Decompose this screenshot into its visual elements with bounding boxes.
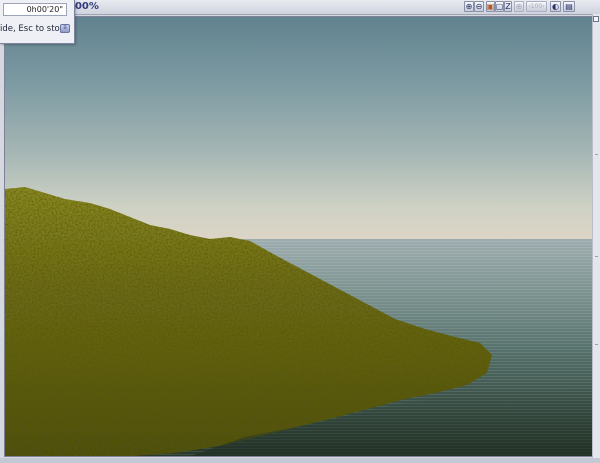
- side-strip-button[interactable]: [593, 16, 599, 22]
- zoom-fit-button[interactable]: Z: [504, 1, 512, 12]
- save-render-button[interactable]: ▤: [563, 1, 575, 12]
- grass-cliff: [5, 187, 592, 456]
- zoom-disabled-button: ⊕: [514, 1, 524, 12]
- frame-button[interactable]: ▢: [495, 1, 504, 12]
- bottom-border: [0, 458, 600, 463]
- zoom-out-button[interactable]: ⊖: [474, 1, 484, 12]
- zoom-percent-button: ‹100›: [526, 1, 547, 12]
- render-hint-text: ide, Esc to stop: [0, 24, 66, 34]
- elapsed-time-field: 0h00'20": [3, 3, 67, 16]
- render-window: ◂ 100% ⊕ ⊖ ▣ ▢ Z ⊕ ‹100› ◐ ▤: [0, 0, 600, 463]
- menu-icon[interactable]: ≡: [60, 24, 70, 33]
- side-scroll-strip[interactable]: [592, 14, 600, 463]
- zoom-in-button[interactable]: ⊕: [464, 1, 474, 12]
- side-tick: [595, 154, 598, 155]
- side-tick: [595, 344, 598, 345]
- render-progress-popup: 0h00'20" ide, Esc to stop ≡: [0, 0, 75, 44]
- display-mode-button[interactable]: ◐: [550, 1, 561, 12]
- render-canvas[interactable]: [4, 16, 593, 457]
- side-tick: [595, 256, 598, 257]
- render-region-button[interactable]: ▣: [486, 1, 495, 12]
- render-toolbar: ◂ 100% ⊕ ⊖ ▣ ▢ Z ⊕ ‹100› ◐ ▤: [0, 0, 600, 15]
